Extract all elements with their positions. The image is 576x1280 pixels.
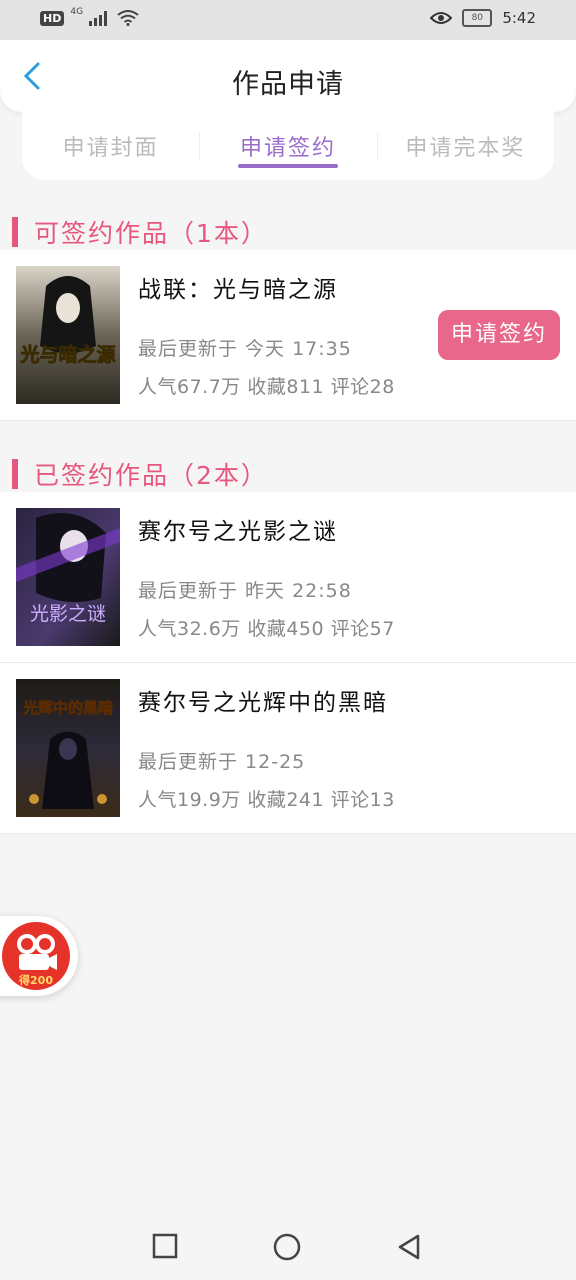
video-reward-icon: 得200	[2, 922, 70, 990]
wifi-icon	[117, 10, 139, 26]
book-stats: 人气19.9万 收藏241 评论13	[138, 789, 395, 811]
apply-sign-button[interactable]: 申请签约	[438, 310, 560, 360]
section-signable-header: 可签约作品（1本）	[12, 214, 268, 250]
section-title: 可签约作品（1本）	[34, 219, 268, 248]
clock: 5:42	[502, 9, 536, 27]
tab-label: 申请封面	[62, 136, 159, 161]
back-nav-button[interactable]	[396, 1233, 422, 1265]
home-button[interactable]	[273, 1233, 301, 1265]
tab-label: 申请完本奖	[405, 136, 526, 161]
book-card[interactable]: 光与暗之源 战联：光与暗之源 最后更新于 今天 17:35 人气67.7万 收藏…	[0, 250, 576, 421]
tab-active-indicator	[237, 164, 338, 168]
book-title: 赛尔号之光影之谜	[138, 519, 338, 545]
book-title: 赛尔号之光辉中的黑暗	[138, 690, 388, 716]
network-type: 4G	[70, 7, 84, 17]
battery-icon: 80	[462, 9, 493, 27]
book-stats: 人气32.6万 收藏450 评论57	[138, 618, 395, 640]
section-signed-header: 已签约作品（2本）	[12, 456, 268, 492]
cover-title: 光与暗之源	[19, 343, 115, 366]
tab-label: 申请签约	[239, 136, 336, 161]
system-nav-bar	[0, 1215, 576, 1280]
floating-reward-button[interactable]: 得200	[0, 916, 78, 996]
book-cover: 光影之谜	[16, 508, 120, 646]
triangle-back-icon	[398, 1234, 420, 1260]
square-recent-icon	[152, 1233, 178, 1259]
tab-bar: 申请封面 申请签约 申请完本奖	[22, 112, 554, 180]
header: 作品申请	[0, 40, 576, 112]
tab-apply-cover[interactable]: 申请封面	[22, 112, 199, 180]
cover-title: 光影之谜	[30, 603, 106, 625]
tab-apply-sign[interactable]: 申请签约	[199, 112, 376, 180]
book-updated: 最后更新于 12-25	[138, 751, 306, 773]
status-right: 80 5:42	[430, 9, 536, 27]
recent-apps-button[interactable]	[152, 1233, 178, 1263]
section-marker	[12, 217, 18, 247]
page-title: 作品申请	[232, 69, 344, 100]
circle-home-icon	[273, 1233, 301, 1261]
status-bar: HD 4G 80 5:42	[0, 0, 576, 40]
eye-icon	[430, 12, 453, 24]
hd-indicator: HD	[40, 10, 65, 26]
signal-icon	[89, 11, 108, 26]
book-stats: 人气67.7万 收藏811 评论28	[138, 376, 395, 398]
book-card[interactable]: 光影之谜 赛尔号之光影之谜 最后更新于 昨天 22:58 人气32.6万 收藏4…	[0, 492, 576, 663]
book-updated: 最后更新于 今天 17:35	[138, 338, 352, 360]
book-title: 战联：光与暗之源	[138, 277, 338, 303]
reward-label: 得200	[19, 974, 53, 987]
section-marker	[12, 459, 18, 489]
book-updated: 最后更新于 昨天 22:58	[138, 580, 352, 602]
book-card[interactable]: 光辉中的黑暗 赛尔号之光辉中的黑暗 最后更新于 12-25 人气19.9万 收藏…	[0, 663, 576, 834]
book-cover: 光辉中的黑暗	[16, 679, 120, 817]
cover-title: 光辉中的黑暗	[22, 699, 113, 717]
section-title: 已签约作品（2本）	[34, 461, 268, 490]
tab-apply-completion-award[interactable]: 申请完本奖	[376, 112, 554, 180]
status-left: HD 4G	[40, 7, 139, 26]
book-cover: 光与暗之源	[16, 266, 120, 404]
